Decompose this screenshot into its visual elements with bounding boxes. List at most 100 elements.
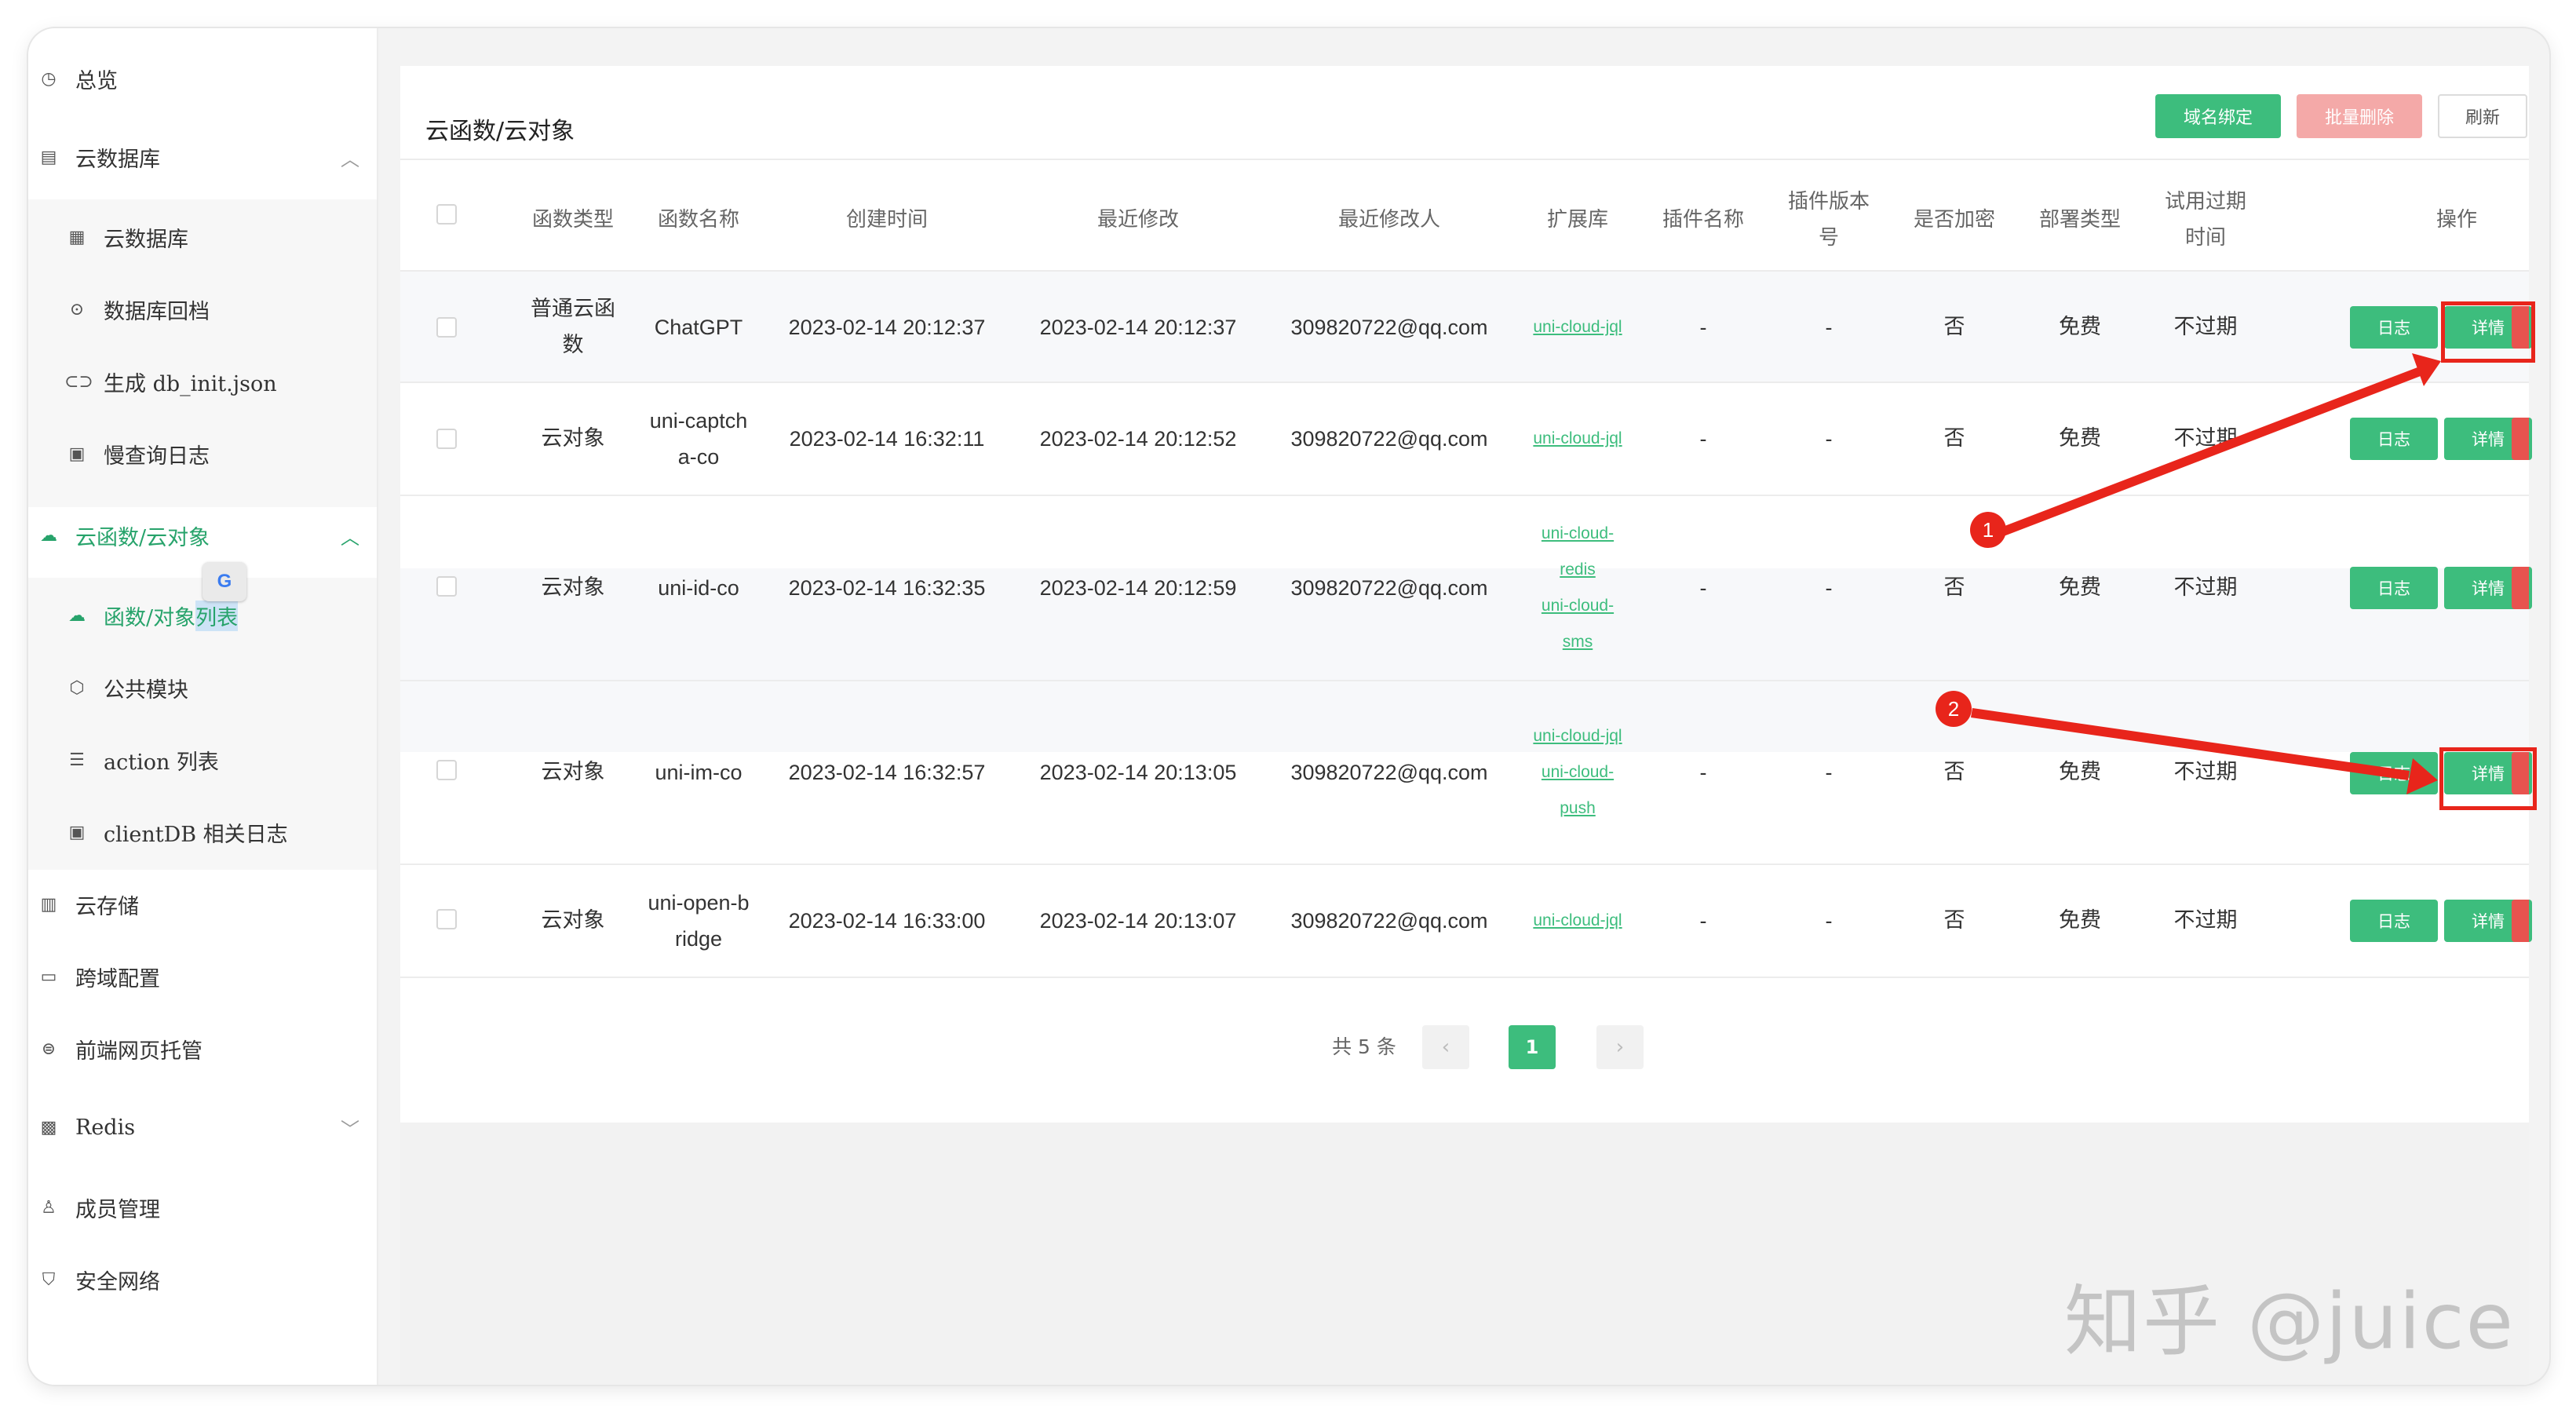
delete-button[interactable] <box>2512 418 2529 460</box>
row-checkbox[interactable] <box>436 760 457 780</box>
sidebar-subitem-common-modules[interactable]: ⬡ 公共模块 <box>28 652 377 724</box>
header-function-name: 函数名称 <box>657 207 739 231</box>
cell-function-type: 普通云函数 <box>531 297 615 357</box>
refresh-button[interactable]: 刷新 <box>2438 94 2527 138</box>
header-plugin-version: 插件版本号 <box>1787 189 1870 249</box>
sidebar-item-label: action 列表 <box>104 750 219 775</box>
chevron-up-icon: ︿ <box>341 148 359 170</box>
row-checkbox[interactable] <box>436 429 457 449</box>
sidebar-item-overview[interactable]: ◷ 总览 <box>28 42 377 115</box>
log-button[interactable]: 日志 <box>2350 900 2438 942</box>
cell-created-time: 2023-02-14 16:32:57 <box>788 761 986 784</box>
cube-icon: ⬡ <box>69 677 85 698</box>
cell-modifier: 309820722@qq.com <box>1290 909 1488 933</box>
row-checkbox[interactable] <box>436 317 457 338</box>
sidebar-item-cloud-database[interactable]: ▤ 云数据库 ︿ <box>28 121 377 193</box>
cell-plugin-version: - <box>1825 427 1833 451</box>
cell-plugin-version: - <box>1825 761 1833 784</box>
cell-created-time: 2023-02-14 16:33:00 <box>788 909 986 933</box>
app-window: ◷ 总览 ▤ 云数据库 ︿ ▦ 云数据库 ⊙ 数据库回档 ⊂⊃ 生成 db_in… <box>28 28 2549 1385</box>
pagination-next-button[interactable]: › <box>1596 1025 1644 1069</box>
sidebar-item-label: 函数/对象 <box>104 605 196 630</box>
cell-function-type: 云对象 <box>541 760 605 784</box>
pagination-page-1[interactable]: 1 <box>1509 1025 1556 1069</box>
cell-function-name[interactable]: uni-id-co <box>636 496 761 680</box>
sidebar-item-redis[interactable]: ▩ Redis ﹀ <box>28 1091 377 1163</box>
cell-created-time: 2023-02-14 16:32:35 <box>788 576 986 600</box>
sidebar-item-label: 云函数/云对象 <box>75 525 210 550</box>
sidebar-subitem-action-list[interactable]: ☰ action 列表 <box>28 724 377 796</box>
cell-function-type: 云对象 <box>541 908 605 933</box>
delete-button[interactable] <box>2512 567 2529 609</box>
header-trial-expiry: 试用过期时间 <box>2164 189 2246 249</box>
cell-trial-expiry: 不过期 <box>2173 315 2238 339</box>
row-checkbox[interactable] <box>436 576 457 597</box>
header-encrypted: 是否加密 <box>1913 207 1995 231</box>
sidebar: ◷ 总览 ▤ 云数据库 ︿ ▦ 云数据库 ⊙ 数据库回档 ⊂⊃ 生成 db_in… <box>28 28 378 1385</box>
sidebar-item-label: 数据库回档 <box>104 299 210 324</box>
sidebar-item-label: 成员管理 <box>75 1197 160 1222</box>
annotation-highlight-box <box>2439 747 2537 810</box>
sidebar-subitem-slow-query[interactable]: ▣ 慢查询日志 <box>28 418 377 490</box>
sidebar-subitem-db-restore[interactable]: ⊙ 数据库回档 <box>28 273 377 345</box>
chevron-up-icon: ︿ <box>341 526 359 549</box>
annotation-badge-2: 2 <box>1936 691 1972 727</box>
sidebar-item-cloud-storage[interactable]: ▥ 云存储 <box>28 868 377 940</box>
extension-link[interactable]: uni-cloud-jql <box>1533 718 1622 754</box>
extension-link[interactable]: uni-cloud-jql <box>1533 903 1622 939</box>
cell-function-name[interactable]: uni-im-co <box>653 681 744 864</box>
cell-trial-expiry: 不过期 <box>2173 575 2238 600</box>
cell-plugin-name: - <box>1699 427 1707 451</box>
extension-link[interactable]: uni-cloud-redis <box>1531 516 1625 588</box>
log-button[interactable]: 日志 <box>2350 567 2438 609</box>
sidebar-subitem-cloud-database[interactable]: ▦ 云数据库 <box>28 201 377 273</box>
log-icon: ▣ <box>68 444 86 464</box>
cors-icon: ▭ <box>40 966 57 987</box>
watermark: 知乎 @juice <box>2064 1277 2515 1367</box>
cell-modifier: 309820722@qq.com <box>1290 427 1488 451</box>
main-panel: 云函数/云对象 域名绑定 批量删除 刷新 函数类型 函数名称 创建时间 最近修改… <box>400 66 2537 1385</box>
sidebar-subitem-db-init[interactable]: ⊂⊃ 生成 db_init.json <box>28 345 377 418</box>
row-checkbox[interactable] <box>436 909 457 929</box>
cell-encrypted: 否 <box>1943 426 1965 451</box>
cell-function-name[interactable]: uni-captcha-co <box>648 383 749 495</box>
cell-plugin-name: - <box>1699 576 1707 600</box>
cell-function-name[interactable]: uni-open-bridge <box>645 865 752 977</box>
select-all-checkbox[interactable] <box>436 204 457 225</box>
log-button[interactable]: 日志 <box>2350 306 2438 349</box>
bind-domain-button[interactable]: 域名绑定 <box>2155 94 2281 138</box>
sidebar-item-security[interactable]: ⛉ 安全网络 <box>28 1243 377 1316</box>
cell-function-name[interactable]: ChatGPT <box>636 272 761 383</box>
delete-button[interactable] <box>2512 900 2529 942</box>
extension-link[interactable]: uni-cloud-jql <box>1533 421 1622 457</box>
database-icon: ▤ <box>40 147 57 167</box>
log-button[interactable]: 日志 <box>2350 418 2438 460</box>
cell-plugin-version: - <box>1825 909 1833 933</box>
sidebar-subitem-clientdb-logs[interactable]: ▣ clientDB 相关日志 <box>28 796 377 868</box>
cloud-icon: ☁ <box>68 605 86 626</box>
sidebar-item-cloud-functions[interactable]: ☁ 云函数/云对象 ︿ <box>28 499 377 571</box>
log-icon: ▣ <box>68 822 86 842</box>
extension-link[interactable]: uni-cloud-jql <box>1533 309 1622 345</box>
sidebar-item-members[interactable]: ♙ 成员管理 <box>28 1171 377 1243</box>
sidebar-item-web-hosting[interactable]: ⊜ 前端网页托管 <box>28 1013 377 1085</box>
restore-icon: ⊙ <box>69 299 85 319</box>
extension-link[interactable]: uni-cloud-sms <box>1531 588 1625 660</box>
shield-icon: ⛉ <box>42 1269 56 1290</box>
hosting-icon: ⊜ <box>41 1039 57 1059</box>
log-button[interactable]: 日志 <box>2350 752 2438 794</box>
chevron-down-icon: ﹀ <box>341 1118 359 1141</box>
cell-encrypted: 否 <box>1943 315 1965 339</box>
translate-icon[interactable]: G <box>203 562 246 601</box>
pagination-total: 共 5 条 <box>1332 1035 1396 1058</box>
header-modified-time: 最近修改 <box>1096 207 1179 231</box>
extension-link[interactable]: uni-cloud-push <box>1531 754 1625 827</box>
pagination-prev-button[interactable]: ‹ <box>1422 1025 1469 1069</box>
sidebar-item-cors[interactable]: ▭ 跨域配置 <box>28 940 377 1013</box>
header-actions: 操作 <box>2436 207 2477 231</box>
clock-icon: ◷ <box>41 68 57 89</box>
sidebar-item-label: 跨域配置 <box>75 966 160 991</box>
user-icon: ♙ <box>41 1197 57 1218</box>
batch-delete-button[interactable]: 批量删除 <box>2297 94 2422 138</box>
cell-extensions: uni-cloud-jql <box>1531 272 1625 383</box>
